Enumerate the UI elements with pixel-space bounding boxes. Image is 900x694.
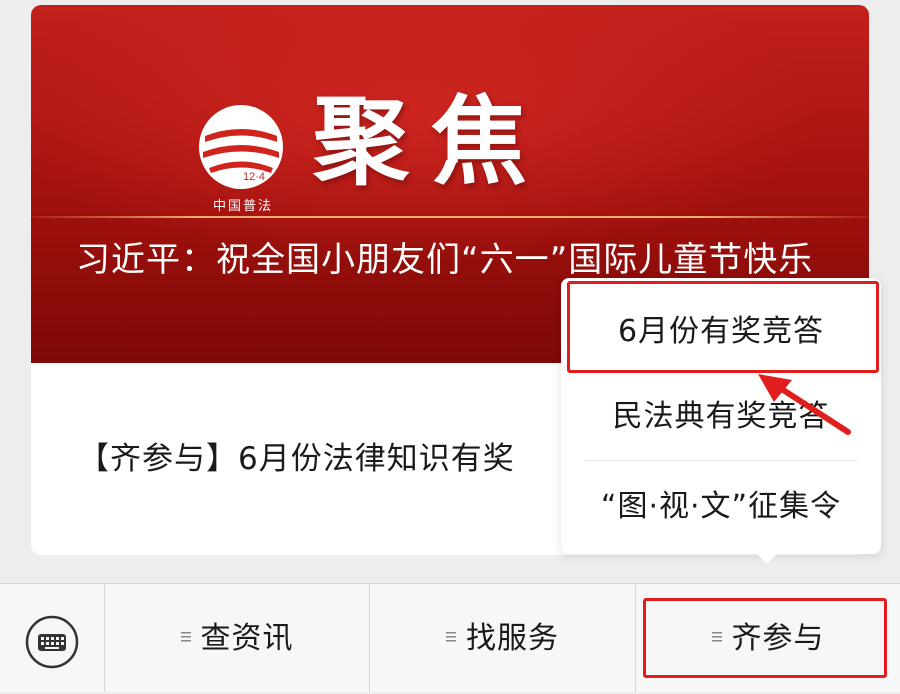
menu-lines-icon bbox=[446, 631, 456, 641]
menu-lines-icon bbox=[180, 631, 191, 641]
keyboard-switch-button[interactable] bbox=[0, 584, 105, 692]
menu-item-collection-call[interactable]: “图·视·文”征集令 bbox=[561, 472, 881, 542]
menu-divider bbox=[585, 460, 857, 461]
tab-news[interactable]: 查资讯 bbox=[105, 584, 370, 692]
article-summary: 【齐参与】6月份法律知识有奖 bbox=[78, 441, 515, 477]
bottom-menu-bar: 查资讯 找服务 齐参与 bbox=[0, 583, 900, 692]
tab-label: 齐参与 bbox=[731, 621, 825, 656]
tab-services[interactable]: 找服务 bbox=[370, 584, 636, 692]
logo-number: 12·4 bbox=[243, 171, 265, 183]
logo-caption: 中国普法 bbox=[212, 199, 273, 214]
menu-lines-icon bbox=[711, 631, 722, 641]
annotation-arrow-icon bbox=[758, 374, 851, 435]
keyboard-icon bbox=[25, 615, 79, 669]
pufa-logo: 12·4 中国普法 bbox=[191, 102, 291, 214]
tab-participate[interactable]: 齐参与 bbox=[636, 584, 900, 692]
menu-item-june-quiz[interactable]: 6月份有奖竞答 bbox=[561, 298, 881, 366]
pufa-logo-icon: 12·4 bbox=[199, 105, 283, 189]
banner-divider bbox=[31, 216, 869, 218]
tab-label: 查资讯 bbox=[200, 621, 294, 656]
banner-heading: 聚焦 bbox=[313, 85, 549, 198]
popup-caret bbox=[757, 554, 777, 564]
tab-label: 找服务 bbox=[466, 621, 559, 656]
